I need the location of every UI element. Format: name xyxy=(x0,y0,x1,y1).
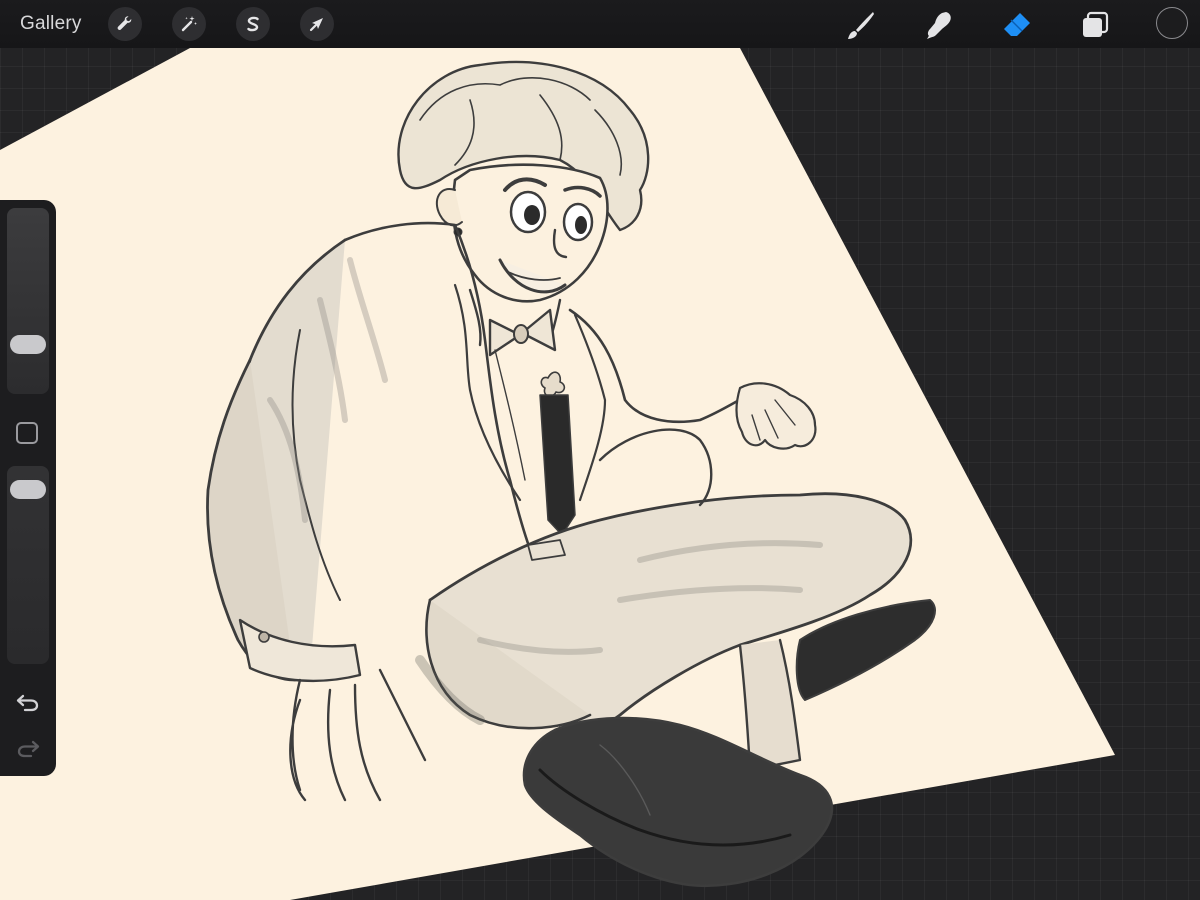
brush-size-slider[interactable] xyxy=(7,208,49,394)
brush-icon xyxy=(848,12,874,39)
actions-button[interactable] xyxy=(108,7,142,41)
modify-square-icon[interactable] xyxy=(16,422,38,444)
color-picker-swatch[interactable] xyxy=(1156,7,1188,39)
layers-button[interactable] xyxy=(1078,8,1112,42)
adjustments-button[interactable] xyxy=(172,7,206,41)
selection-button[interactable] xyxy=(236,7,270,41)
selection-s-icon xyxy=(247,16,259,32)
undo-button[interactable] xyxy=(14,688,42,716)
drawing-canvas[interactable] xyxy=(0,0,1200,900)
redo-icon xyxy=(17,740,40,758)
eraser-tool-button[interactable] xyxy=(1000,8,1034,42)
brush-tool-button[interactable] xyxy=(844,8,878,42)
brush-opacity-slider[interactable] xyxy=(7,466,49,664)
smudge-tool-button[interactable] xyxy=(922,8,956,42)
eraser-icon xyxy=(1004,13,1030,36)
redo-button[interactable] xyxy=(14,734,42,762)
brush-size-thumb[interactable] xyxy=(10,335,46,354)
top-toolbar: Gallery xyxy=(0,0,1200,48)
wrench-icon xyxy=(117,16,132,30)
arrow-cursor-icon xyxy=(309,18,323,32)
smudge-icon xyxy=(927,12,951,39)
magic-wand-icon xyxy=(181,16,197,32)
transform-button[interactable] xyxy=(300,7,334,41)
undo-icon xyxy=(16,694,39,712)
left-sidebar xyxy=(0,200,56,776)
brush-opacity-thumb[interactable] xyxy=(10,480,46,499)
layers-icon xyxy=(1083,11,1109,37)
gallery-button[interactable]: Gallery xyxy=(20,13,82,35)
workspace-background[interactable]: Gallery xyxy=(0,0,1200,900)
